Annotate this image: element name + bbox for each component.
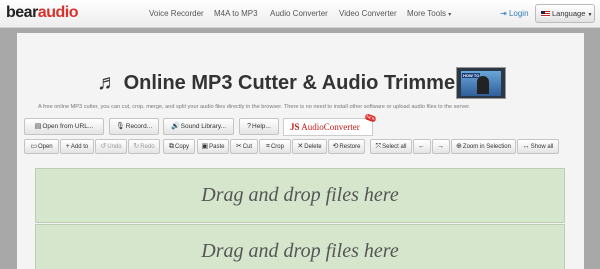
nav-m4a-to-mp3[interactable]: M4A to MP3 xyxy=(214,9,258,19)
sound-library-button[interactable]: 🔊Sound Library... xyxy=(163,118,234,135)
chevron-down-icon: ▾ xyxy=(448,12,452,18)
nav-video-converter[interactable]: Video Converter xyxy=(339,9,397,19)
sound-library-label: Sound Library... xyxy=(180,123,227,130)
scissors-icon: ✂ xyxy=(235,143,242,150)
open-button[interactable]: ▭Open xyxy=(24,139,59,154)
tutorial-video-thumbnail[interactable]: HOW TO xyxy=(456,67,506,99)
open-from-url-button[interactable]: ▤Open from URL... xyxy=(24,118,104,135)
redo-button[interactable]: ↻Redo xyxy=(128,139,160,154)
login-icon: ⇥ xyxy=(500,9,507,18)
undo-button[interactable]: ↺Undo xyxy=(95,139,127,154)
arrow-left-icon: ← xyxy=(418,143,425,150)
question-icon: ? xyxy=(247,123,252,130)
language-dropdown[interactable]: Language ▼ xyxy=(535,4,595,23)
crop-icon: ⌗ xyxy=(266,143,270,150)
crop-label: Crop xyxy=(270,144,284,150)
add-to-label: Add to xyxy=(70,144,89,150)
page-title-text: Online MP3 Cutter & Audio Trimmer xyxy=(123,72,463,94)
delete-icon: ✕ xyxy=(297,143,304,150)
add-to-button[interactable]: +Add to xyxy=(60,139,94,154)
page-title: ♬ Online MP3 Cutter & Audio Trimmer xyxy=(97,70,463,96)
redo-icon: ↻ xyxy=(133,143,140,150)
nav-more-tools[interactable]: More Tools ▾ xyxy=(407,9,451,20)
help-button[interactable]: ?Help... xyxy=(239,118,279,135)
page-description: A free online MP3 cutter, you can cut, c… xyxy=(38,104,471,110)
crop-button[interactable]: ⌗Crop xyxy=(259,139,291,154)
cut-button[interactable]: ✂Cut xyxy=(230,139,258,154)
thumbnail-tag: HOW TO xyxy=(462,73,481,78)
record-label: Record... xyxy=(125,123,153,130)
undo-label: Undo xyxy=(107,144,122,150)
record-button[interactable]: 🎙Record... xyxy=(109,118,159,135)
folder-icon: ▭ xyxy=(30,143,37,150)
plus-icon: + xyxy=(65,143,70,150)
show-all-label: Show all xyxy=(530,144,554,150)
js-label: JS xyxy=(290,122,300,132)
language-label: Language xyxy=(552,9,586,18)
show-all-button[interactable]: ↔Show all xyxy=(517,139,559,154)
select-all-button[interactable]: ⤧Select all xyxy=(370,139,412,154)
paste-button[interactable]: ▣Paste xyxy=(197,139,229,154)
undo-icon: ↺ xyxy=(100,143,107,150)
restore-label: Restore xyxy=(339,144,361,150)
open-label: Open xyxy=(37,144,53,150)
logo-part-audio: audio xyxy=(37,4,79,21)
dropzone-primary[interactable]: Drag and drop files here xyxy=(35,168,565,223)
restore-button[interactable]: ⟲Restore xyxy=(328,139,365,154)
audio-converter-label: AudioConverter xyxy=(301,122,360,132)
cut-label: Cut xyxy=(242,144,253,150)
microphone-icon: 🎙 xyxy=(115,123,125,130)
logo-part-bear: bear xyxy=(6,4,38,21)
chevron-down-icon: ▼ xyxy=(587,12,593,18)
show-all-icon: ↔ xyxy=(522,143,530,150)
copy-icon: ⧉ xyxy=(168,143,174,150)
copy-button[interactable]: ⧉Copy xyxy=(163,139,195,154)
bearaudio-logo[interactable]: bearaudio xyxy=(6,3,78,23)
help-label: Help... xyxy=(252,123,271,130)
copy-label: Copy xyxy=(174,144,189,150)
nav-voice-recorder[interactable]: Voice Recorder xyxy=(149,9,204,19)
delete-label: Delete xyxy=(304,144,322,150)
delete-button[interactable]: ✕Delete xyxy=(292,139,327,154)
js-audio-converter-link[interactable]: JS AudioConverter NEW xyxy=(283,113,377,136)
move-right-button[interactable]: → xyxy=(432,139,450,154)
paste-icon: ▣ xyxy=(201,143,209,150)
dropzone-secondary[interactable]: Drag and drop files here xyxy=(35,224,565,269)
restore-icon: ⟲ xyxy=(332,143,339,150)
open-from-url-label: Open from URL... xyxy=(42,123,94,130)
login-link[interactable]: ⇥ Login xyxy=(500,9,529,19)
zoom-in-selection-label: Zoom in Selection xyxy=(462,144,511,150)
redo-label: Redo xyxy=(140,144,155,150)
presenter-figure xyxy=(477,76,489,94)
login-label: Login xyxy=(508,9,529,18)
arrow-right-icon: → xyxy=(437,143,444,150)
nav-more-tools-label: More Tools xyxy=(407,9,446,18)
select-all-icon: ⤧ xyxy=(375,143,382,150)
file-icon: ▤ xyxy=(34,123,42,130)
top-navbar: bearaudio Voice Recorder M4A to MP3 Audi… xyxy=(0,0,600,28)
nav-audio-converter[interactable]: Audio Converter xyxy=(270,9,328,19)
move-left-button[interactable]: ← xyxy=(413,139,431,154)
speaker-icon: 🔊 xyxy=(170,123,180,130)
select-all-label: Select all xyxy=(382,144,407,150)
us-flag-icon xyxy=(541,11,550,18)
paste-label: Paste xyxy=(209,144,225,150)
zoom-icon: ⊕ xyxy=(456,143,462,150)
zoom-in-selection-button[interactable]: ⊕Zoom in Selection xyxy=(451,139,516,154)
music-note-icon: ♬ xyxy=(97,71,118,94)
